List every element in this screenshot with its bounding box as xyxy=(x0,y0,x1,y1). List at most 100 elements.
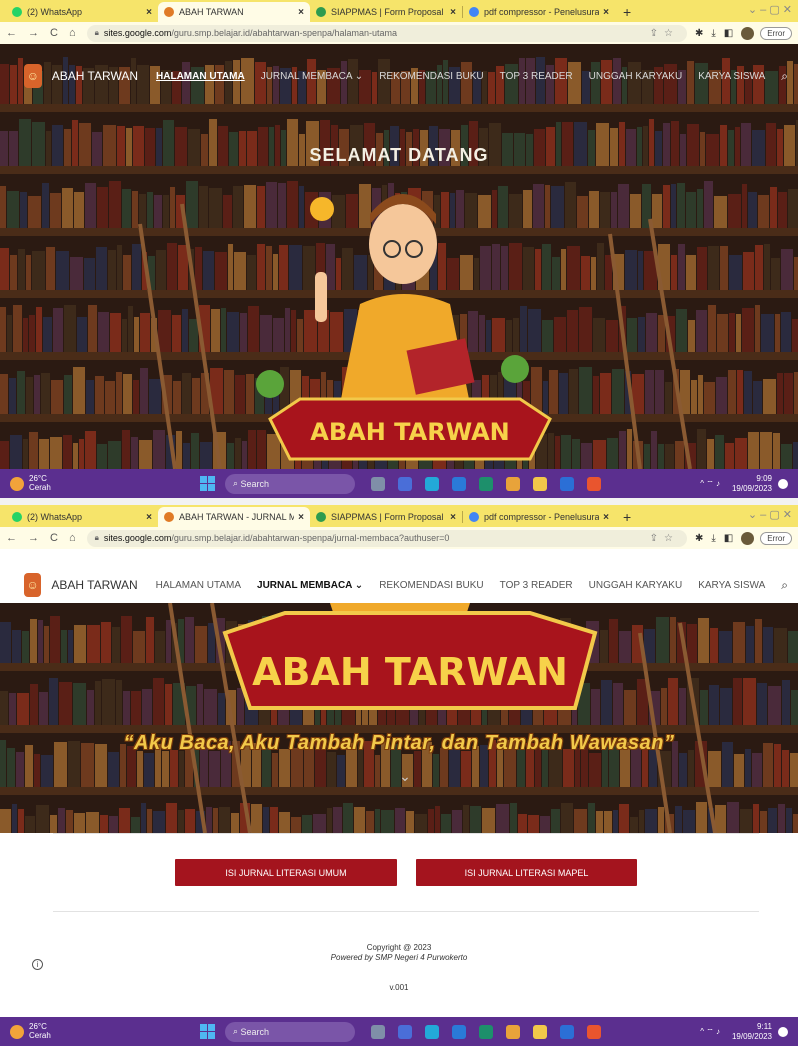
close-tab-icon[interactable]: × xyxy=(298,512,304,523)
sidebar-icon[interactable]: ◧ xyxy=(724,533,733,544)
sidebar-icon[interactable]: ◧ xyxy=(724,28,733,39)
new-tab-icon[interactable]: + xyxy=(623,4,631,20)
windows-icon[interactable] xyxy=(200,1024,215,1039)
nav-jurnal-membaca[interactable]: JURNAL MEMBACA ⌄ xyxy=(257,580,363,591)
error-button[interactable]: Error xyxy=(760,26,792,40)
browser-tab[interactable]: pdf compressor - Penelusuran G× xyxy=(463,2,615,22)
back-icon[interactable]: ← xyxy=(6,532,17,544)
nav-halaman-utama[interactable]: HALAMAN UTAMA xyxy=(156,71,245,82)
reload-icon[interactable]: C xyxy=(50,27,58,39)
bookshelf-background: ABAH TARWAN ⌄ xyxy=(0,603,798,833)
notification-icon[interactable] xyxy=(778,1026,788,1037)
word-icon[interactable] xyxy=(560,476,574,491)
tray-icons[interactable]: ^ ⌔ ♪ xyxy=(700,1027,720,1037)
store-icon[interactable] xyxy=(479,1024,493,1039)
forward-icon[interactable]: → xyxy=(28,532,39,544)
close-tab-icon[interactable]: × xyxy=(450,512,456,523)
window-controls[interactable]: ⌄ – ▢ ✕ xyxy=(748,508,792,521)
nav-rekomendasi-buku[interactable]: REKOMENDASI BUKU xyxy=(379,580,483,591)
isi-jurnal-literasi-mapel-button[interactable]: ISI JURNAL LITERASI MAPEL xyxy=(416,859,637,886)
app-icon[interactable] xyxy=(398,1024,412,1039)
browser-tab[interactable]: pdf compressor - Penelusuran G× xyxy=(463,507,615,527)
windows-taskbar: 26°C Cerah ⌕ Search ^ ⌔ ♪ 9:09 19/09/2023 xyxy=(0,469,798,498)
app-icon[interactable] xyxy=(398,476,412,491)
notes-icon[interactable] xyxy=(533,476,547,491)
site-logo[interactable]: ☺ xyxy=(24,64,42,88)
nav-halaman-utama[interactable]: HALAMAN UTAMA xyxy=(156,580,241,591)
bookmark-star-icon[interactable]: ⇪☆ xyxy=(650,533,679,544)
chrome-icon[interactable] xyxy=(587,476,601,491)
site-brand[interactable]: ABAH TARWAN xyxy=(52,69,138,83)
mail-icon[interactable] xyxy=(452,476,466,491)
error-button[interactable]: Error xyxy=(760,531,792,545)
mail-icon[interactable] xyxy=(452,1024,466,1039)
browser-tab[interactable]: ABAH TARWAN × xyxy=(158,2,310,22)
back-icon[interactable]: ← xyxy=(6,27,17,39)
site-logo[interactable]: ☺ xyxy=(24,573,42,597)
address-bar: ← → C ⌂ 🔒︎ sites.google.com/guru.smp.bel… xyxy=(0,22,798,44)
nav-karya-siswa[interactable]: KARYA SISWA xyxy=(698,71,765,82)
word-icon[interactable] xyxy=(560,1024,574,1039)
url-field[interactable]: 🔒︎ sites.google.com/guru.smp.belajar.id/… xyxy=(86,529,687,547)
home-icon[interactable]: ⌂ xyxy=(69,27,76,39)
home-icon[interactable]: ⌂ xyxy=(69,532,76,544)
browser-tab[interactable]: (2) WhatsApp × xyxy=(6,2,158,22)
new-tab-icon[interactable]: + xyxy=(623,509,631,525)
nav-unggah-karyaku[interactable]: UNGGAH KARYAKU xyxy=(589,580,683,591)
close-tab-icon[interactable]: × xyxy=(146,512,152,523)
weather-widget[interactable]: 26°C Cerah xyxy=(10,474,200,493)
nav-top-3-reader[interactable]: TOP 3 READER xyxy=(500,580,573,591)
edge-icon[interactable] xyxy=(425,1024,439,1039)
download-icon[interactable]: ⤓ xyxy=(711,533,715,544)
edge-icon[interactable] xyxy=(425,476,439,491)
notes-icon[interactable] xyxy=(533,1024,547,1039)
folder-icon[interactable] xyxy=(506,476,520,491)
browser-tab[interactable]: SIAPPMAS | Form Proposal Inov × xyxy=(310,2,462,22)
nav-karya-siswa[interactable]: KARYA SISWA xyxy=(698,580,765,591)
tray-icons[interactable]: ^ ⌔ ♪ xyxy=(700,479,720,489)
file-explorer-icon[interactable] xyxy=(371,1024,385,1039)
file-explorer-icon[interactable] xyxy=(371,476,385,491)
clock[interactable]: 9:11 19/09/2023 xyxy=(732,1022,772,1041)
nav-rekomendasi-buku[interactable]: REKOMENDASI BUKU xyxy=(379,71,483,82)
chrome-icon[interactable] xyxy=(587,1024,601,1039)
tab-title: SIAPPMAS | Form Proposal Inov xyxy=(331,7,446,17)
close-tab-icon[interactable]: × xyxy=(450,7,456,18)
bookmark-star-icon[interactable]: ⇪☆ xyxy=(650,28,679,39)
forward-icon[interactable]: → xyxy=(28,27,39,39)
download-icon[interactable]: ⤓ xyxy=(711,28,715,39)
close-tab-icon[interactable]: × xyxy=(298,7,304,18)
folder-icon[interactable] xyxy=(506,1024,520,1039)
window-controls[interactable]: ⌄ – ▢ ✕ xyxy=(748,3,792,16)
store-icon[interactable] xyxy=(479,476,493,491)
weather-widget[interactable]: 26°C Cerah xyxy=(10,1021,200,1041)
close-tab-icon[interactable]: × xyxy=(146,7,152,18)
copyright-text: Copyright @ 2023 xyxy=(366,943,432,952)
close-tab-icon[interactable]: × xyxy=(603,512,609,523)
browser-tab[interactable]: ABAH TARWAN - JURNAL MEMB× xyxy=(158,507,310,527)
nav-jurnal-membaca[interactable]: JURNAL MEMBACA ⌄ xyxy=(261,71,363,82)
search-icon[interactable]: ⌕ xyxy=(781,578,788,593)
avatar[interactable] xyxy=(741,531,755,545)
close-tab-icon[interactable]: × xyxy=(603,7,609,18)
search-icon[interactable]: ⌕ xyxy=(781,69,788,84)
clock[interactable]: 9:09 19/09/2023 xyxy=(732,474,772,493)
taskbar-search[interactable]: ⌕ Search xyxy=(225,473,355,494)
page-content: ISI JURNAL LITERASI UMUM ISI JURNAL LITE… xyxy=(0,833,798,1017)
windows-icon[interactable] xyxy=(200,476,215,491)
url-field[interactable]: 🔒︎ sites.google.com/guru.smp.belajar.id/… xyxy=(86,24,687,42)
temperature: 26°C xyxy=(29,1021,47,1031)
reload-icon[interactable]: C xyxy=(50,532,58,544)
extensions-icon[interactable]: ✱ xyxy=(695,533,703,544)
isi-jurnal-literasi-umum-button[interactable]: ISI JURNAL LITERASI UMUM xyxy=(175,859,397,886)
nav-top-3-reader[interactable]: TOP 3 READER xyxy=(500,71,573,82)
site-brand[interactable]: ABAH TARWAN xyxy=(51,578,137,592)
extensions-icon[interactable]: ✱ xyxy=(695,28,703,39)
notification-icon[interactable] xyxy=(778,478,788,489)
avatar[interactable] xyxy=(741,26,755,40)
browser-tab[interactable]: SIAPPMAS | Form Proposal Inov × xyxy=(310,507,462,527)
nav-unggah-karyaku[interactable]: UNGGAH KARYAKU xyxy=(589,71,683,82)
browser-tab[interactable]: (2) WhatsApp × xyxy=(6,507,158,527)
info-icon[interactable]: i xyxy=(32,959,43,970)
taskbar-search[interactable]: ⌕ Search xyxy=(225,1021,355,1042)
